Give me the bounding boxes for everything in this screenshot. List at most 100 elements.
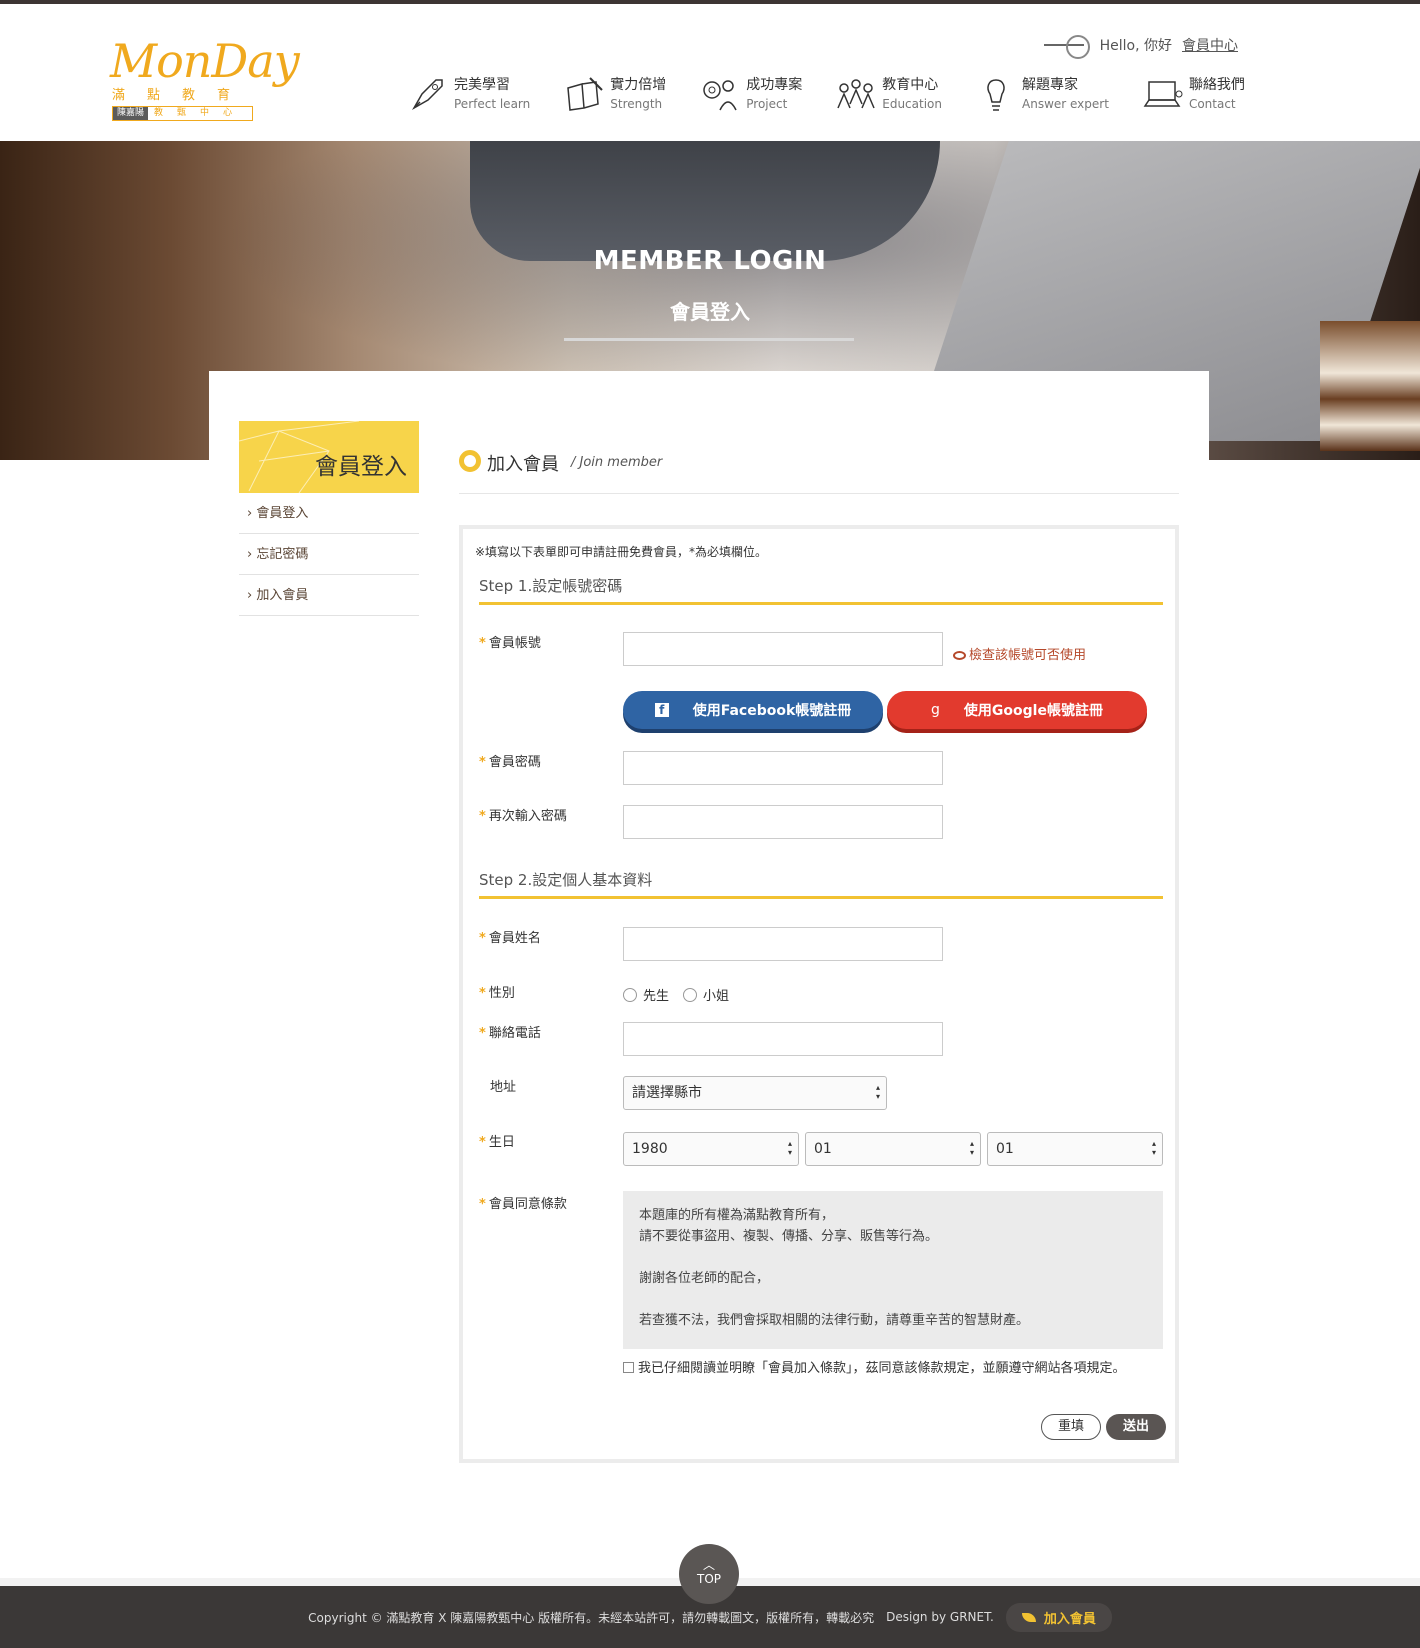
phone-label: * 聯絡電話 [479,1026,541,1041]
password-confirm-input[interactable] [623,805,943,839]
logo-text: MonDay [110,34,300,88]
logo-bar-center: 教甄中心 [154,108,247,118]
password-label: * 會員密碼 [479,755,541,770]
sidebar-item-login[interactable]: › 會員登入 [239,493,419,534]
leaf-icon [1021,1612,1036,1622]
site-logo[interactable]: MonDay 滿點教育 陳嘉陽 教甄中心 [110,32,300,128]
page-title: 加入會員 [487,454,559,475]
facebook-register-button[interactable]: f 使用Facebook帳號註冊 [623,691,883,729]
birthday-label: * 生日 [479,1135,515,1150]
birth-year-select[interactable]: 1980 [623,1132,799,1166]
agree-checkbox[interactable] [623,1362,634,1373]
nav-item-perfect-learn[interactable]: 完美學習 Perfect learn [408,74,530,114]
google-button-label: 使用Google帳號註冊 [963,703,1103,719]
terms-line: 謝謝各位老師的配合， [639,1271,770,1286]
nav-item-answer-expert[interactable]: 解題專家 Answer expert [976,74,1109,114]
account-label: * 會員帳號 [479,636,541,651]
nav-text: 教育中心 Education [882,75,942,113]
facebook-icon: f [654,703,669,717]
nav-label-zh: 實力倍增 [610,77,667,93]
nav-label-zh: 成功專案 [746,77,803,93]
nav-item-contact[interactable]: 聯絡我們 Contact [1143,74,1245,114]
banner-photo-books [1320,321,1420,451]
logo-bar: 陳嘉陽 教甄中心 [112,106,254,121]
sidebar-header: 會員登入 [239,421,419,493]
reset-button[interactable]: 重填 [1041,1414,1101,1440]
step1-heading: Step 1.設定帳號密碼 [479,575,1163,605]
page-title-en: / Join member [571,455,663,470]
agree-label[interactable]: 我已仔細閱讀並明瞭「會員加入條款」，茲同意該條款規定，並願遵守網站各項規定。 [638,1361,1126,1376]
nav-text: 成功專案 Project [746,75,802,113]
back-to-top-button[interactable]: ︿ TOP [679,1544,739,1604]
terms-line: 本題庫的所有權為滿點教育所有， [639,1208,835,1223]
arrow-target-icon [1040,34,1090,59]
phone-input[interactable] [623,1022,943,1056]
nav-label-zh: 完美學習 [454,77,510,93]
people-icon [836,74,876,114]
step2-heading: Step 2.設定個人基本資料 [479,869,1163,899]
registration-form: ※填寫以下表單即可申請註冊免費會員，*為必填欄位。 Step 1.設定帳號密碼 … [459,525,1179,1463]
eye-icon [953,651,966,660]
account-input[interactable] [623,632,943,666]
member-center-link[interactable]: 會員中心 [1182,35,1238,55]
nav-text: 聯絡我們 Contact [1189,75,1245,113]
nav-label-en: Answer expert [1022,97,1109,111]
terms-line: 請不要從事盜用、複製、傳播、分享、販售等行為。 [639,1229,939,1244]
city-select[interactable]: 請選擇縣市 [623,1076,887,1110]
ring-icon [459,450,481,472]
nav-label-en: Project [746,97,788,111]
nav-label-en: Contact [1188,97,1236,111]
name-label: * 會員姓名 [479,931,541,946]
hello-text: Hello, 你好 [1099,38,1172,54]
nav-item-education[interactable]: 教育中心 Education [836,74,942,114]
check-account-link[interactable]: 檢查該帳號可否使用 [953,644,1086,663]
banner-divider [564,338,854,341]
birth-day-select[interactable]: 01 [987,1132,1163,1166]
address-label: 地址 [490,1080,517,1095]
logo-bar-name: 陳嘉陽 [113,107,149,120]
book-pencil-icon [564,74,604,114]
nav-label-en: Perfect learn [454,97,531,111]
sidebar-item-join[interactable]: › 加入會員 [239,575,419,616]
google-icon: g [931,702,940,718]
footer-join-button[interactable]: 加入會員 [1005,1602,1112,1632]
gender-female-radio[interactable] [683,987,698,1002]
user-greeting: Hello, 你好 會員中心 [1040,34,1238,59]
rocket-icon [408,74,448,114]
gender-female-label[interactable]: 小姐 [703,985,729,1004]
agree-terms: 我已仔細閱讀並明瞭「會員加入條款」，茲同意該條款規定，並願遵守網站各項規定。 [623,1359,1143,1378]
name-input[interactable] [623,927,943,961]
chevron-up-icon: ︿ [702,1558,715,1572]
banner-subtitle: 會員登入 [670,300,750,324]
nav-label-en: Education [882,97,942,111]
section-header: 加入會員 / Join member [459,448,1179,494]
password-confirm-label: * 再次輸入密碼 [479,809,567,824]
main-nav: 完美學習 Perfect learn 實力倍增 Strength 成功專案 Pr… [408,74,1279,114]
sidebar-item-forgot-password[interactable]: › 忘記密碼 [239,534,419,575]
design-credit: Design by GRNET. [886,1610,994,1624]
nav-label-zh: 解題專家 [1022,77,1078,93]
copyright-text: Copyright © 滿點教育 X 陳嘉陽教甄中心 版權所有。未經本站許可，請… [308,1610,875,1625]
facebook-button-label: 使用Facebook帳號註冊 [692,703,852,719]
birth-month-select[interactable]: 01 [805,1132,981,1166]
logo-subtitle: 滿點教育 [112,88,253,103]
footer-join-label: 加入會員 [1043,1611,1096,1627]
sidebar-title: 會員登入 [315,454,407,480]
gender-label: * 性別 [479,986,515,1001]
lightbulb-icon [976,74,1016,114]
sidebar: 會員登入 › 會員登入 › 忘記密碼 › 加入會員 [239,421,419,616]
nav-item-strength[interactable]: 實力倍增 Strength [564,74,666,114]
nav-item-project[interactable]: 成功專案 Project [700,74,802,114]
terms-box[interactable]: 本題庫的所有權為滿點教育所有， 請不要從事盜用、複製、傳播、分享、販售等行為。 … [623,1191,1163,1349]
google-register-button[interactable]: g 使用Google帳號註冊 [887,691,1147,729]
site-header: MonDay 滿點教育 陳嘉陽 教甄中心 Hello, 你好 會員中心 完美學習… [0,4,1420,141]
terms-label: * 會員同意條款 [479,1197,567,1212]
top-label: TOP [696,1572,721,1586]
gender-male-radio[interactable] [623,987,637,1002]
gender-male-label[interactable]: 先生 [643,985,669,1004]
password-input[interactable] [623,751,943,785]
banner-title: MEMBER LOGIN [593,246,827,276]
nav-label-zh: 教育中心 [882,77,939,93]
submit-button[interactable]: 送出 [1106,1414,1166,1440]
teacher-icon [700,74,740,114]
